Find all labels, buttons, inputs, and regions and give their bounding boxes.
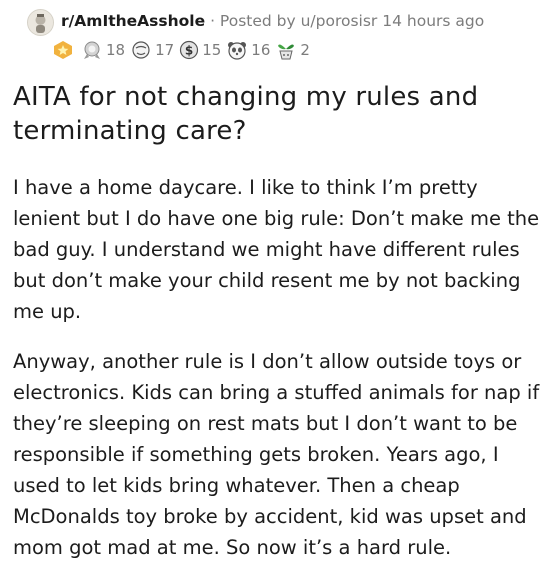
award-gold[interactable] bbox=[53, 40, 76, 60]
coin-award-icon: $ bbox=[180, 40, 199, 60]
silver-ribbon-award-icon bbox=[84, 41, 100, 59]
awards-row[interactable]: 18 17 $ 15 16 2 bbox=[53, 40, 315, 60]
award-coin[interactable]: $ 15 bbox=[179, 40, 221, 60]
post-title[interactable]: AITA for not changing my rules and termi… bbox=[13, 80, 533, 148]
post-card: r/AmItheAsshole · Posted by u/porosisr 1… bbox=[0, 0, 554, 571]
award-count: 2 bbox=[300, 41, 310, 59]
post-body: I have a home daycare. I like to think I… bbox=[13, 172, 543, 582]
award-count: 17 bbox=[155, 41, 175, 59]
award-count: 15 bbox=[202, 41, 222, 59]
post-meta: r/AmItheAsshole · Posted by u/porosisr 1… bbox=[61, 11, 484, 31]
panda-award-icon bbox=[228, 42, 247, 60]
gold-star-award-icon bbox=[54, 41, 72, 59]
posted-by-text: · Posted by u/porosisr 14 hours ago bbox=[205, 12, 485, 30]
svg-text:$: $ bbox=[185, 44, 193, 58]
award-silver[interactable]: 18 bbox=[81, 40, 125, 60]
post-header: r/AmItheAsshole · Posted by u/porosisr 1… bbox=[14, 0, 540, 36]
plant-award-icon bbox=[278, 44, 295, 60]
award-facepalm[interactable]: 17 bbox=[130, 40, 174, 60]
award-count: 18 bbox=[106, 41, 126, 59]
post-paragraph: I have a home daycare. I like to think I… bbox=[13, 176, 540, 323]
award-panda[interactable]: 16 bbox=[226, 40, 270, 60]
award-count: 16 bbox=[251, 41, 271, 59]
facepalm-award-icon bbox=[132, 41, 150, 59]
subreddit-link[interactable]: r/AmItheAsshole bbox=[61, 12, 205, 30]
award-plant[interactable]: 2 bbox=[275, 40, 310, 60]
subreddit-avatar-icon[interactable] bbox=[27, 9, 54, 36]
post-paragraph: Anyway, another rule is I don’t allow ou… bbox=[13, 350, 540, 559]
